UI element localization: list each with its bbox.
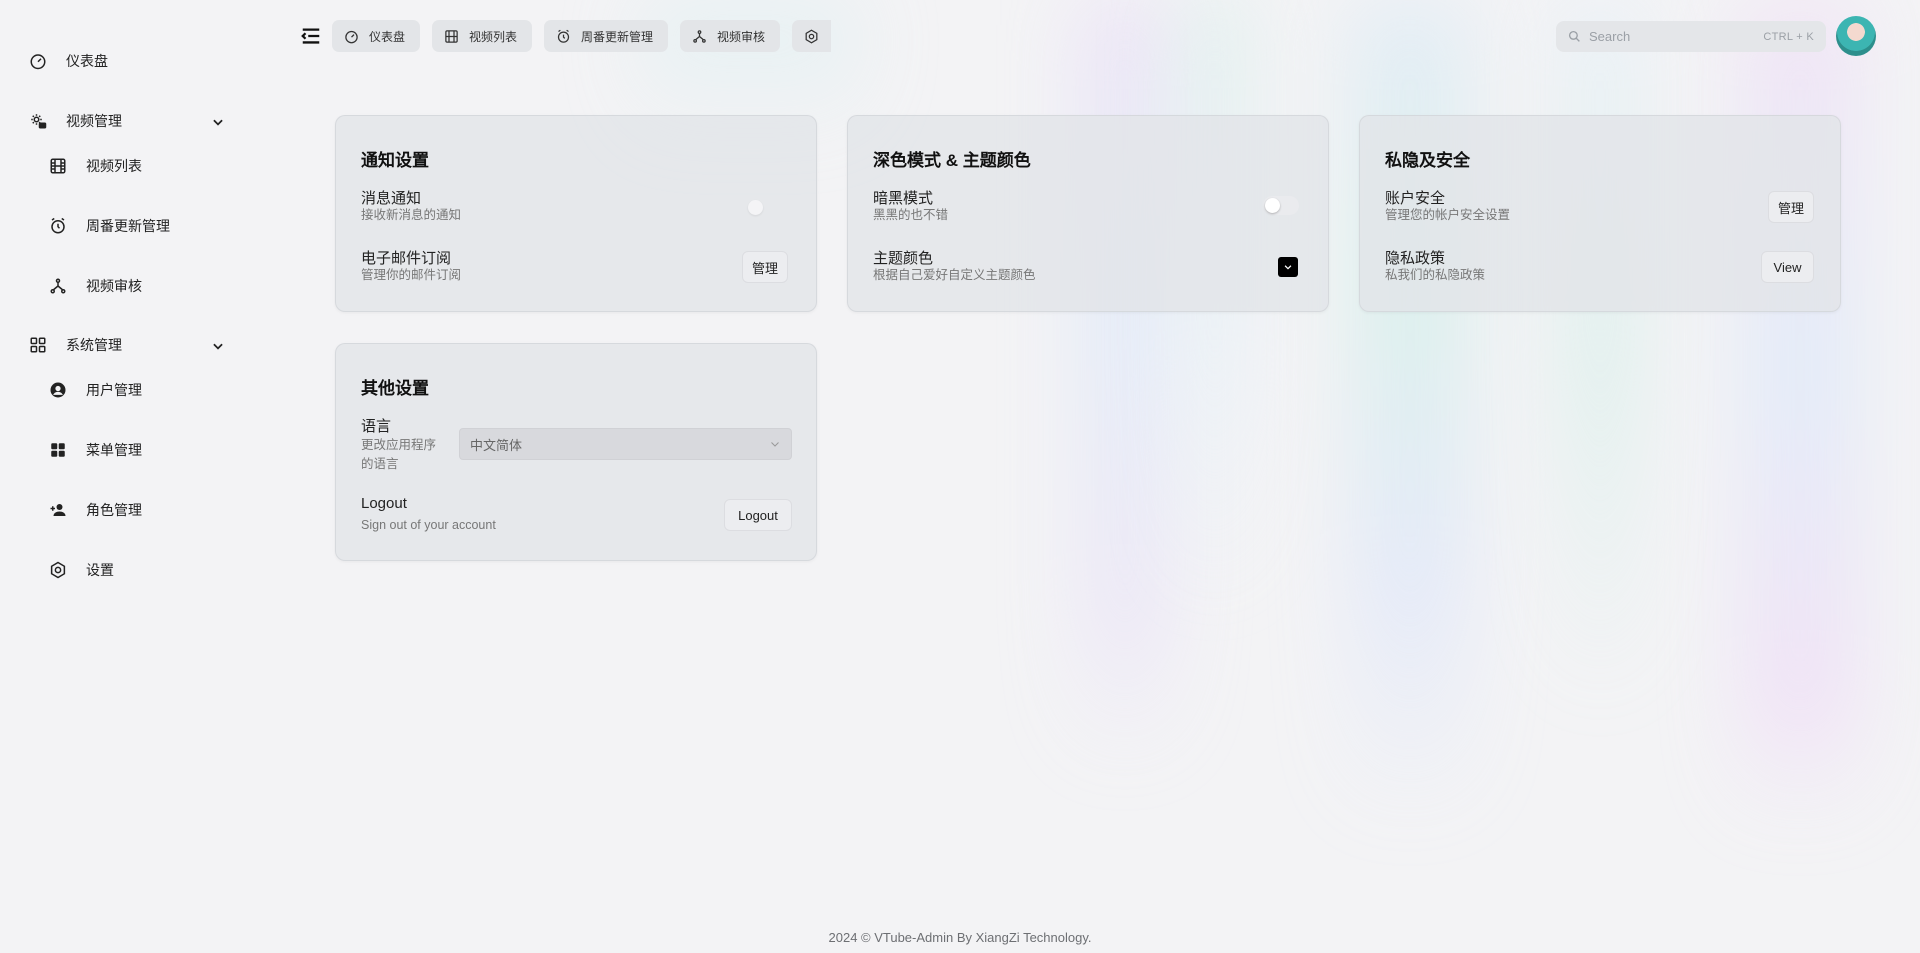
account-security-desc: 管理您的帐户安全设置 (1385, 208, 1511, 222)
privacy-view-button[interactable]: View (1761, 251, 1814, 283)
email-subscription-desc: 管理你的邮件订阅 (361, 268, 462, 282)
email-subscription-title: 电子邮件订阅 (361, 250, 452, 267)
alarm-clock-icon (557, 29, 570, 43)
language-title: 语言 (361, 418, 392, 435)
chevron-down-icon (771, 442, 779, 447)
tab-label: 周番更新管理 (581, 29, 654, 44)
avatar[interactable] (1836, 16, 1876, 56)
language-select-value: 中文简体 (470, 437, 523, 453)
sidebar: 仪表盘 视频管理 视频列表 周番更新管理 视频审核 系统管理 用户管理 菜单管理… (0, 0, 240, 953)
message-notify-desc: 接收新消息的通知 (361, 208, 462, 222)
theme-settings-card: 深色模式 & 主题颜色 暗黑模式 黑黑的也不错 主题颜色 根据自己爱好自定义主题… (847, 115, 1329, 312)
privacy-policy-title: 隐私政策 (1385, 250, 1446, 267)
sidebar-group-label: 系统管理 (66, 337, 122, 353)
message-notify-toggle[interactable] (746, 198, 782, 217)
tab-weekly-update[interactable]: 周番更新管理 (544, 20, 668, 52)
tab-label: 视频审核 (717, 29, 766, 44)
card-title: 其他设置 (361, 379, 429, 398)
grid-icon (28, 335, 48, 355)
language-desc-line2: 的语言 (361, 457, 399, 471)
privacy-security-card: 私隐及安全 账户安全 管理您的帐户安全设置 管理 隐私政策 私我们的私隐政策 V… (1359, 115, 1841, 312)
tab-label: 仪表盘 (369, 29, 406, 44)
privacy-policy-desc: 私我们的私隐政策 (1385, 268, 1486, 282)
email-manage-button[interactable]: 管理 (742, 251, 788, 283)
sidebar-group-label: 视频管理 (66, 113, 122, 129)
sidebar-item-label: 视频列表 (86, 158, 142, 174)
sidebar-item-video-list[interactable]: 视频列表 (48, 156, 142, 176)
settings-icon (48, 560, 68, 580)
language-select[interactable]: 中文简体 (459, 428, 792, 460)
sidebar-item-label: 角色管理 (86, 502, 142, 518)
tab-settings[interactable] (792, 20, 831, 52)
sidebar-group-system[interactable]: 系统管理 (28, 335, 122, 355)
tab-video-review[interactable]: 视频审核 (680, 20, 780, 52)
sidebar-item-label: 设置 (86, 562, 114, 578)
video-settings-icon (28, 111, 48, 131)
sidebar-item-label: 菜单管理 (86, 442, 142, 458)
card-title: 通知设置 (361, 151, 429, 170)
user-circle-icon (48, 380, 68, 400)
sidebar-item-menu-manage[interactable]: 菜单管理 (48, 440, 142, 460)
branch-icon (693, 29, 706, 43)
message-notify-title: 消息通知 (361, 190, 422, 207)
gauge-icon (345, 30, 358, 43)
theme-color-picker[interactable] (1278, 257, 1298, 277)
account-manage-button[interactable]: 管理 (1768, 191, 1814, 223)
sidebar-item-weekly-update[interactable]: 周番更新管理 (48, 216, 170, 236)
other-settings-card: 其他设置 语言 更改应用程序 的语言 中文简体 Logout Sign out … (335, 343, 817, 561)
account-security-title: 账户安全 (1385, 190, 1446, 207)
sidebar-group-video[interactable]: 视频管理 (28, 111, 122, 131)
sidebar-item-role-manage[interactable]: 角色管理 (48, 500, 142, 520)
footer-copyright: 2024 © VTube-Admin By XiangZi Technology… (828, 930, 1092, 945)
card-title: 深色模式 & 主题颜色 (873, 151, 1031, 170)
search-placeholder: Search (1589, 29, 1631, 44)
logout-desc: Sign out of your account (361, 518, 496, 532)
logout-title: Logout (361, 495, 407, 512)
sidebar-item-settings[interactable]: 设置 (48, 560, 114, 580)
chevron-down-icon[interactable] (211, 115, 225, 129)
notify-settings-card: 通知设置 消息通知 接收新消息的通知 电子邮件订阅 管理你的邮件订阅 管理 (335, 115, 817, 312)
theme-color-desc: 根据自己爱好自定义主题颜色 (873, 268, 1036, 282)
search-icon (1568, 30, 1580, 42)
sidebar-item-user-manage[interactable]: 用户管理 (48, 380, 142, 400)
film-icon (48, 156, 68, 176)
dark-mode-desc: 黑黑的也不错 (873, 208, 949, 222)
dark-mode-title: 暗黑模式 (873, 190, 934, 207)
sidebar-item-video-review[interactable]: 视频审核 (48, 276, 142, 296)
search-shortcut: CTRL + K (1763, 30, 1814, 43)
chevron-down-icon[interactable] (211, 339, 225, 353)
apps-icon (48, 440, 68, 460)
dark-mode-toggle[interactable] (1263, 196, 1299, 215)
search-input[interactable]: Search CTRL + K (1556, 21, 1826, 52)
tab-label: 视频列表 (469, 29, 518, 44)
sidebar-item-label: 视频审核 (86, 278, 142, 294)
language-desc-line1: 更改应用程序 (361, 438, 437, 452)
card-title: 私隐及安全 (1385, 151, 1470, 170)
sidebar-item-label: 周番更新管理 (86, 218, 170, 234)
chevron-down-icon (1284, 265, 1292, 270)
gauge-icon (28, 51, 48, 71)
branch-icon (48, 276, 68, 296)
film-icon (445, 29, 458, 43)
sidebar-toggle-icon[interactable] (300, 25, 322, 47)
logout-button[interactable]: Logout (724, 499, 792, 531)
tab-dashboard[interactable]: 仪表盘 (332, 20, 420, 52)
tab-video-list[interactable]: 视频列表 (432, 20, 532, 52)
sidebar-item-dashboard[interactable]: 仪表盘 (28, 51, 108, 71)
sidebar-item-label: 仪表盘 (66, 53, 108, 69)
alarm-clock-icon (48, 216, 68, 236)
sidebar-item-label: 用户管理 (86, 382, 142, 398)
settings-icon (805, 29, 818, 43)
theme-color-title: 主题颜色 (873, 250, 934, 267)
user-add-icon (48, 500, 68, 520)
